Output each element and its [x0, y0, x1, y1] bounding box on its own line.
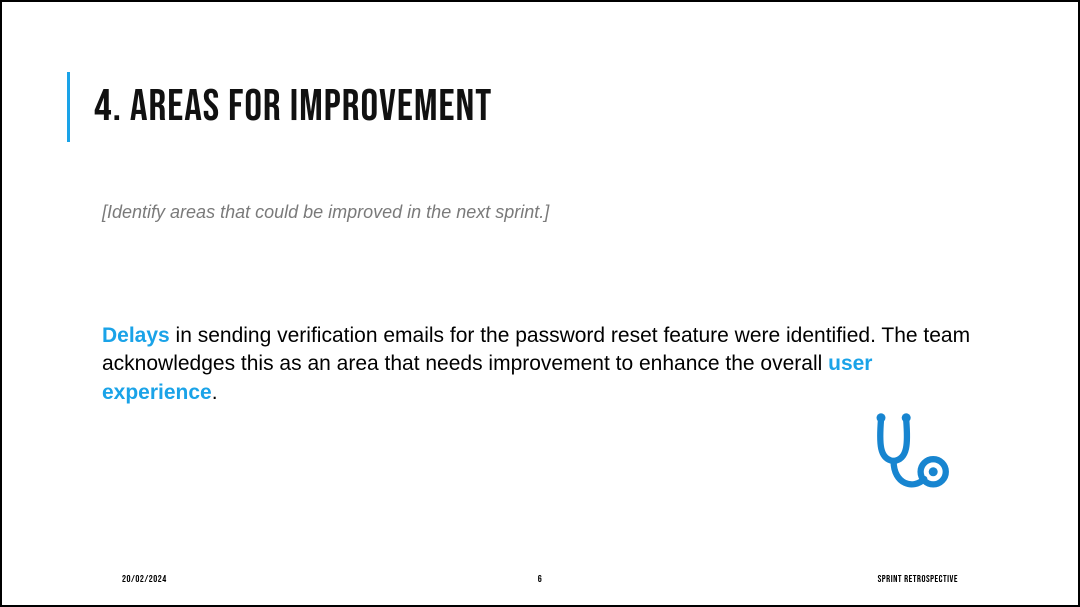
slide-title: 4. AREAS FOR IMPROVEMENT: [94, 81, 492, 134]
title-accent-rule: [67, 72, 70, 142]
body-text-2: .: [212, 381, 218, 404]
footer-label: SPRINT RETROSPECTIVE: [878, 573, 958, 585]
footer: 20/02/2024 6 SPRINT RETROSPECTIVE: [2, 573, 1078, 585]
body-text: Delays in sending verification emails fo…: [102, 322, 978, 407]
highlight-delays: Delays: [102, 324, 170, 347]
title-block: 4. AREAS FOR IMPROVEMENT: [67, 72, 492, 142]
stethoscope-icon: [863, 407, 953, 497]
footer-page-number: 6: [538, 573, 543, 585]
footer-date: 20/02/2024: [122, 573, 167, 585]
slide-subtitle: [Identify areas that could be improved i…: [102, 202, 549, 223]
slide: 4. AREAS FOR IMPROVEMENT [Identify areas…: [0, 0, 1080, 607]
